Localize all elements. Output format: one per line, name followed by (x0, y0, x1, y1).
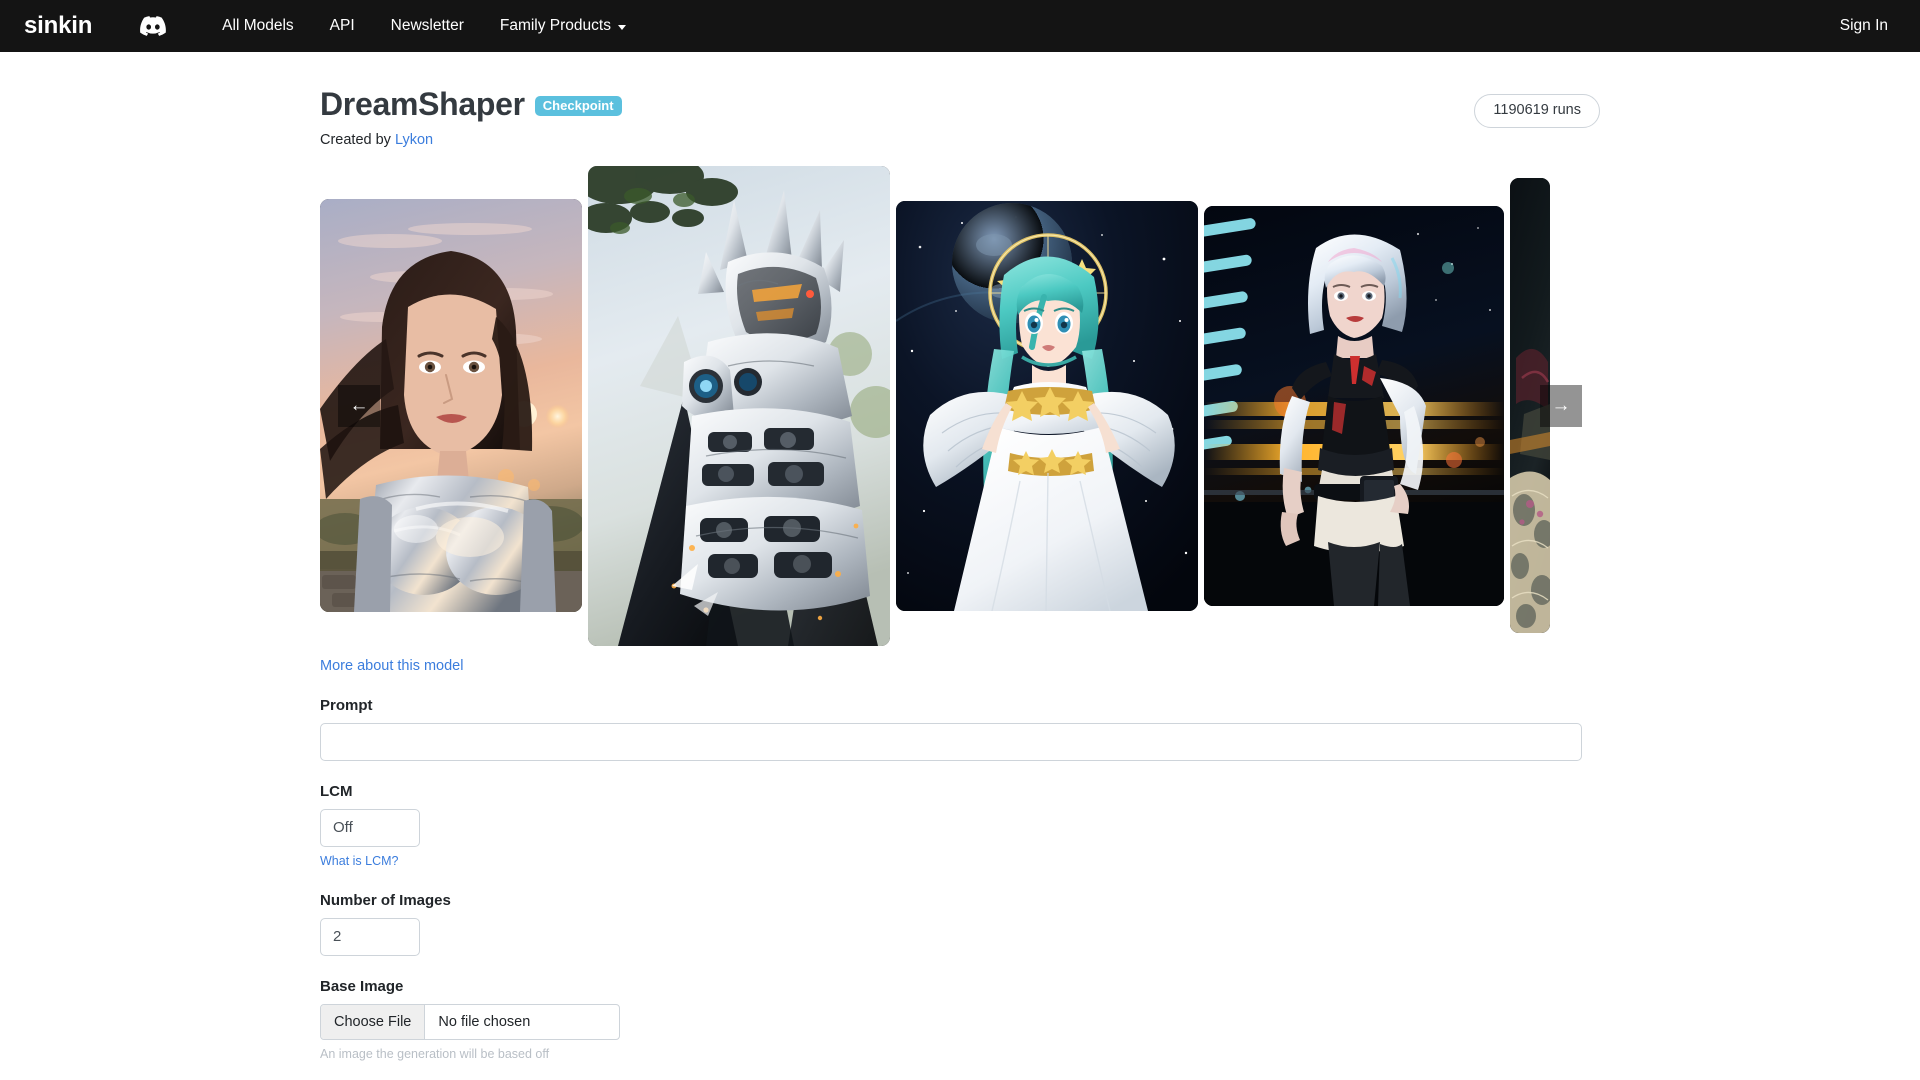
carousel-slide[interactable] (896, 201, 1198, 611)
carousel-slide[interactable] (1204, 206, 1504, 606)
base-image-field-group: Base Image Choose File No file chosen An… (320, 978, 1600, 1061)
prompt-input[interactable] (320, 723, 1582, 761)
carousel-slide[interactable] (588, 166, 890, 646)
number-of-images-field-group: Number of Images 2 (320, 892, 1600, 956)
image-carousel: ← → (320, 166, 1600, 646)
number-of-images-select[interactable]: 2 (320, 918, 420, 956)
base-image-file-input[interactable]: Choose File No file chosen (320, 1004, 620, 1040)
nav-dropdown-label: Family Products (500, 17, 611, 36)
prompt-field-group: Prompt (320, 697, 1600, 761)
status-badge: Checkpoint (535, 96, 622, 116)
created-by: Created by Lykon (320, 132, 622, 148)
nav-link-all-models[interactable]: All Models (204, 9, 312, 44)
lcm-field-group: LCM Off What is LCM? (320, 783, 1600, 870)
created-by-prefix: Created by (320, 132, 395, 148)
arrow-right-icon: → (1552, 396, 1571, 415)
base-image-helper-text: An image the generation will be based of… (320, 1047, 1600, 1061)
brand-logo[interactable]: sinkin (24, 14, 92, 38)
nav-link-api[interactable]: API (312, 9, 373, 44)
page-title: DreamShaper (320, 86, 525, 123)
prompt-label: Prompt (320, 697, 1600, 714)
number-of-images-label: Number of Images (320, 892, 1600, 909)
lcm-label: LCM (320, 783, 1600, 800)
carousel-next-button[interactable]: → (1540, 385, 1582, 427)
nav-link-newsletter[interactable]: Newsletter (373, 9, 482, 44)
top-navbar: sinkin All Models API Newsletter Family … (0, 0, 1920, 52)
base-image-label: Base Image (320, 978, 1600, 995)
choose-file-button[interactable]: Choose File (321, 1005, 425, 1039)
sign-in-button[interactable]: Sign In (1836, 9, 1892, 43)
slide-image-cyberpunk (1204, 206, 1504, 606)
nav-links: All Models API Newsletter Family Product… (204, 9, 644, 44)
page-container: DreamShaper Checkpoint Created by Lykon … (320, 52, 1600, 1061)
chevron-down-icon (618, 25, 626, 30)
runs-count-badge: 1190619 runs (1474, 94, 1600, 128)
more-about-model-link[interactable]: More about this model (320, 658, 463, 674)
discord-icon[interactable] (136, 9, 170, 43)
title-line: DreamShaper Checkpoint (320, 86, 622, 123)
what-is-lcm-link[interactable]: What is LCM? (320, 854, 399, 868)
creator-link[interactable]: Lykon (395, 132, 433, 148)
slide-image-mecha (588, 166, 890, 646)
model-title-block: DreamShaper Checkpoint Created by Lykon (320, 86, 622, 148)
carousel-track (320, 166, 1600, 646)
arrow-left-icon: ← (350, 396, 369, 415)
lcm-select[interactable]: Off (320, 809, 420, 847)
model-header: DreamShaper Checkpoint Created by Lykon … (320, 86, 1600, 148)
slide-image-angel (896, 201, 1198, 611)
nav-dropdown-family-products[interactable]: Family Products (482, 9, 644, 44)
carousel-prev-button[interactable]: ← (338, 385, 380, 427)
file-status-text: No file chosen (425, 1005, 543, 1039)
